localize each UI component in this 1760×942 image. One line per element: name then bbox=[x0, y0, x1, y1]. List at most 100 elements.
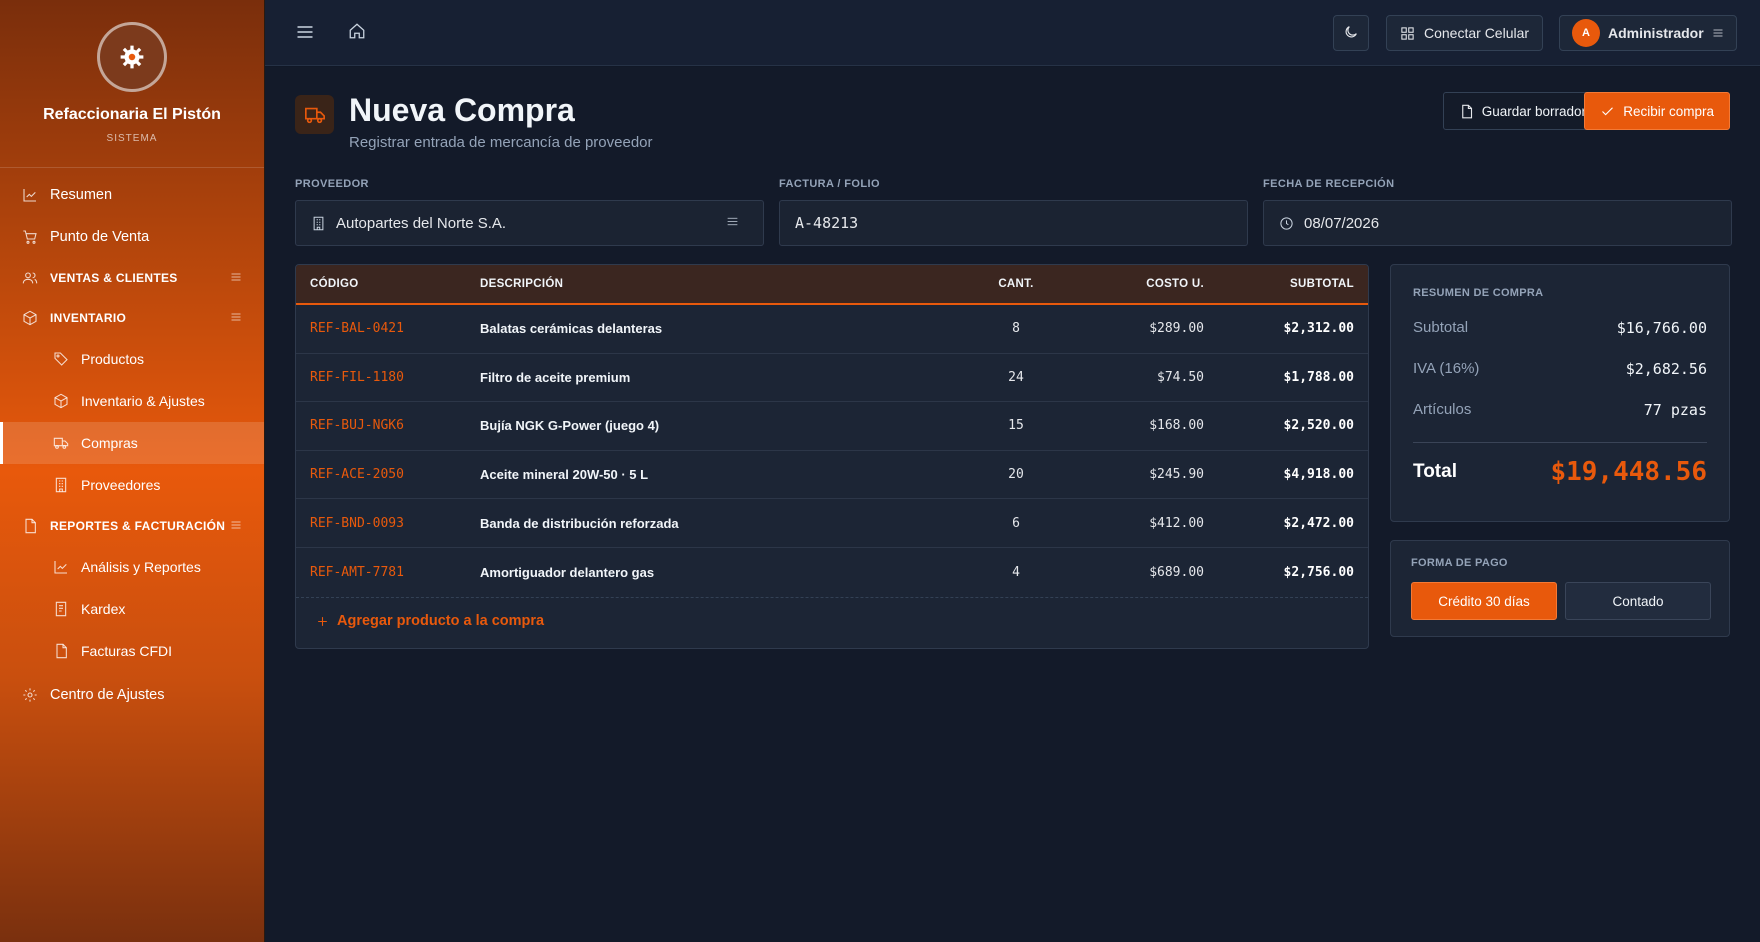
item-quantity[interactable]: 24 bbox=[986, 354, 1046, 402]
payment-cash-button[interactable]: Contado bbox=[1565, 582, 1711, 620]
summary-subtotal-label: Subtotal bbox=[1413, 319, 1469, 336]
supplier-label: PROVEEDOR bbox=[295, 178, 369, 190]
item-code: REF-FIL-1180 bbox=[310, 369, 404, 385]
main-content: Nueva Compra Registrar entrada de mercan… bbox=[265, 67, 1760, 942]
qr-grid-icon bbox=[1400, 26, 1415, 41]
invoice-value: A-48213 bbox=[795, 214, 859, 232]
hamburger-menu-icon[interactable] bbox=[295, 22, 317, 44]
summary-total-row: Total $19,448.56 bbox=[1413, 442, 1707, 487]
truck-icon bbox=[295, 95, 334, 134]
summary-total-value: $19,448.56 bbox=[1550, 457, 1707, 487]
item-unit-cost[interactable]: $245.90 bbox=[1149, 451, 1204, 499]
avatar: A bbox=[1572, 19, 1600, 47]
sidebar-item-inventario-ajustes[interactable]: Inventario & Ajustes bbox=[0, 380, 264, 422]
sidebar-item-label: Productos bbox=[81, 351, 145, 367]
item-quantity[interactable]: 20 bbox=[986, 451, 1046, 499]
table-header: CÓDIGO DESCRIPCIÓN CANT. COSTO U. SUBTOT… bbox=[296, 265, 1368, 305]
sidebar-item-kardex[interactable]: Kardex bbox=[0, 588, 264, 630]
add-product-button[interactable]: Agregar producto a la compra bbox=[296, 596, 1368, 645]
sidebar-item-facturas-cfdi[interactable]: Facturas CFDI bbox=[0, 630, 264, 672]
sidebar-nav: Resumen Punto de Venta VENTAS & CLIENTES… bbox=[0, 168, 264, 716]
item-code: REF-BAL-0421 bbox=[310, 321, 404, 337]
invoice-input[interactable]: A-48213 bbox=[779, 200, 1248, 246]
menu-icon bbox=[230, 311, 242, 326]
date-input[interactable]: 08/07/2026 bbox=[1263, 200, 1732, 246]
sidebar-item-resumen[interactable]: Resumen bbox=[0, 174, 264, 216]
supplier-value: Autopartes del Norte S.A. bbox=[336, 214, 507, 232]
user-menu-button[interactable]: A Administrador bbox=[1559, 15, 1737, 51]
table-row[interactable]: REF-AMT-7781 Amortiguador delantero gas … bbox=[296, 548, 1368, 597]
summary-items-row: Artículos 77 pzas bbox=[1413, 389, 1707, 430]
sidebar-item-label: Resumen bbox=[50, 187, 113, 203]
item-unit-cost[interactable]: $689.00 bbox=[1149, 548, 1204, 597]
col-header-qty: CANT. bbox=[998, 278, 1034, 290]
table-row[interactable]: REF-BND-0093 Banda de distribución refor… bbox=[296, 499, 1368, 548]
sidebar-section-inventario[interactable]: INVENTARIO bbox=[0, 298, 264, 338]
item-unit-cost[interactable]: $412.00 bbox=[1149, 499, 1204, 547]
table-row[interactable]: REF-ACE-2050 Aceite mineral 20W-50 · 5 L… bbox=[296, 451, 1368, 500]
home-icon[interactable] bbox=[348, 22, 370, 44]
page-title: Nueva Compra bbox=[349, 92, 575, 128]
item-description: Aceite mineral 20W-50 · 5 L bbox=[480, 467, 649, 483]
item-unit-cost[interactable]: $289.00 bbox=[1149, 305, 1204, 353]
date-label: FECHA DE RECEPCIÓN bbox=[1263, 178, 1395, 190]
sidebar-section-reportes-facturacion[interactable]: REPORTES & FACTURACIÓN bbox=[0, 506, 264, 546]
item-description: Balatas cerámicas delanteras bbox=[480, 321, 663, 337]
item-quantity[interactable]: 8 bbox=[986, 305, 1046, 353]
sidebar-item-label: Análisis y Reportes bbox=[81, 559, 201, 575]
plus-icon bbox=[316, 615, 337, 628]
gear-logo-icon bbox=[97, 22, 167, 92]
ledger-icon bbox=[53, 601, 69, 617]
tag-icon bbox=[53, 351, 69, 367]
chart-line-icon bbox=[22, 187, 38, 203]
supplier-select[interactable]: Autopartes del Norte S.A. bbox=[295, 200, 764, 246]
item-subtotal: $2,756.00 bbox=[1283, 564, 1354, 580]
payment-method-card: FORMA DE PAGO Crédito 30 días Contado bbox=[1390, 540, 1730, 637]
item-unit-cost[interactable]: $168.00 bbox=[1149, 402, 1204, 450]
item-unit-cost[interactable]: $74.50 bbox=[1157, 354, 1204, 402]
sidebar-item-proveedores[interactable]: Proveedores bbox=[0, 464, 264, 506]
page-subtitle: Registrar entrada de mercancía de provee… bbox=[349, 134, 653, 151]
summary-items-value: 77 pzas bbox=[1643, 400, 1707, 419]
gear-icon bbox=[22, 687, 38, 703]
sidebar-item-label: Kardex bbox=[81, 601, 126, 617]
sidebar-item-label: Compras bbox=[81, 435, 138, 451]
purchase-items-table: CÓDIGO DESCRIPCIÓN CANT. COSTO U. SUBTOT… bbox=[295, 264, 1369, 649]
summary-subtotal-value: $16,766.00 bbox=[1616, 318, 1707, 337]
menu-icon bbox=[230, 271, 242, 286]
receive-purchase-button[interactable]: Recibir compra bbox=[1584, 92, 1730, 130]
connect-phone-label: Conectar Celular bbox=[1424, 25, 1530, 41]
table-row[interactable]: REF-BAL-0421 Balatas cerámicas delantera… bbox=[296, 305, 1368, 354]
item-code: REF-ACE-2050 bbox=[310, 467, 404, 483]
sidebar-section-ventas-clientes[interactable]: VENTAS & CLIENTES bbox=[0, 258, 264, 298]
item-subtotal: $2,472.00 bbox=[1283, 515, 1354, 531]
sidebar-item-compras[interactable]: Compras bbox=[0, 422, 264, 464]
file-icon bbox=[22, 518, 38, 534]
summary-subtotal-row: Subtotal $16,766.00 bbox=[1413, 307, 1707, 348]
item-code: REF-BND-0093 bbox=[310, 515, 404, 531]
item-quantity[interactable]: 4 bbox=[986, 548, 1046, 597]
summary-items-label: Artículos bbox=[1413, 401, 1472, 418]
sidebar-item-centro-ajustes[interactable]: Centro de Ajustes bbox=[0, 674, 264, 716]
connect-phone-button[interactable]: Conectar Celular bbox=[1386, 15, 1544, 51]
building-icon bbox=[311, 216, 336, 231]
payment-title: FORMA DE PAGO bbox=[1411, 557, 1508, 569]
table-row[interactable]: REF-BUJ-NGK6 Bujía NGK G-Power (juego 4)… bbox=[296, 402, 1368, 451]
item-code: REF-BUJ-NGK6 bbox=[310, 418, 404, 434]
theme-toggle-button[interactable] bbox=[1333, 15, 1369, 51]
payment-credit-button[interactable]: Crédito 30 días bbox=[1411, 582, 1557, 620]
table-row[interactable]: REF-FIL-1180 Filtro de aceite premium 24… bbox=[296, 354, 1368, 403]
save-draft-button[interactable]: Guardar borrador bbox=[1442, 92, 1602, 130]
sidebar-item-analisis-reportes[interactable]: Análisis y Reportes bbox=[0, 546, 264, 588]
sidebar-item-punto-de-venta[interactable]: Punto de Venta bbox=[0, 216, 264, 258]
summary-total-label: Total bbox=[1413, 461, 1457, 482]
summary-iva-row: IVA (16%) $2,682.56 bbox=[1413, 348, 1707, 389]
col-header-desc: DESCRIPCIÓN bbox=[480, 278, 564, 290]
sidebar: Refaccionaria El Pistón SISTEMA Resumen … bbox=[0, 0, 265, 942]
item-quantity[interactable]: 15 bbox=[986, 402, 1046, 450]
item-quantity[interactable]: 6 bbox=[986, 499, 1046, 547]
chart-line-icon bbox=[53, 559, 69, 575]
save-draft-label: Guardar borrador bbox=[1481, 103, 1586, 119]
brand-subtitle: SISTEMA bbox=[106, 133, 158, 144]
sidebar-item-productos[interactable]: Productos bbox=[0, 338, 264, 380]
